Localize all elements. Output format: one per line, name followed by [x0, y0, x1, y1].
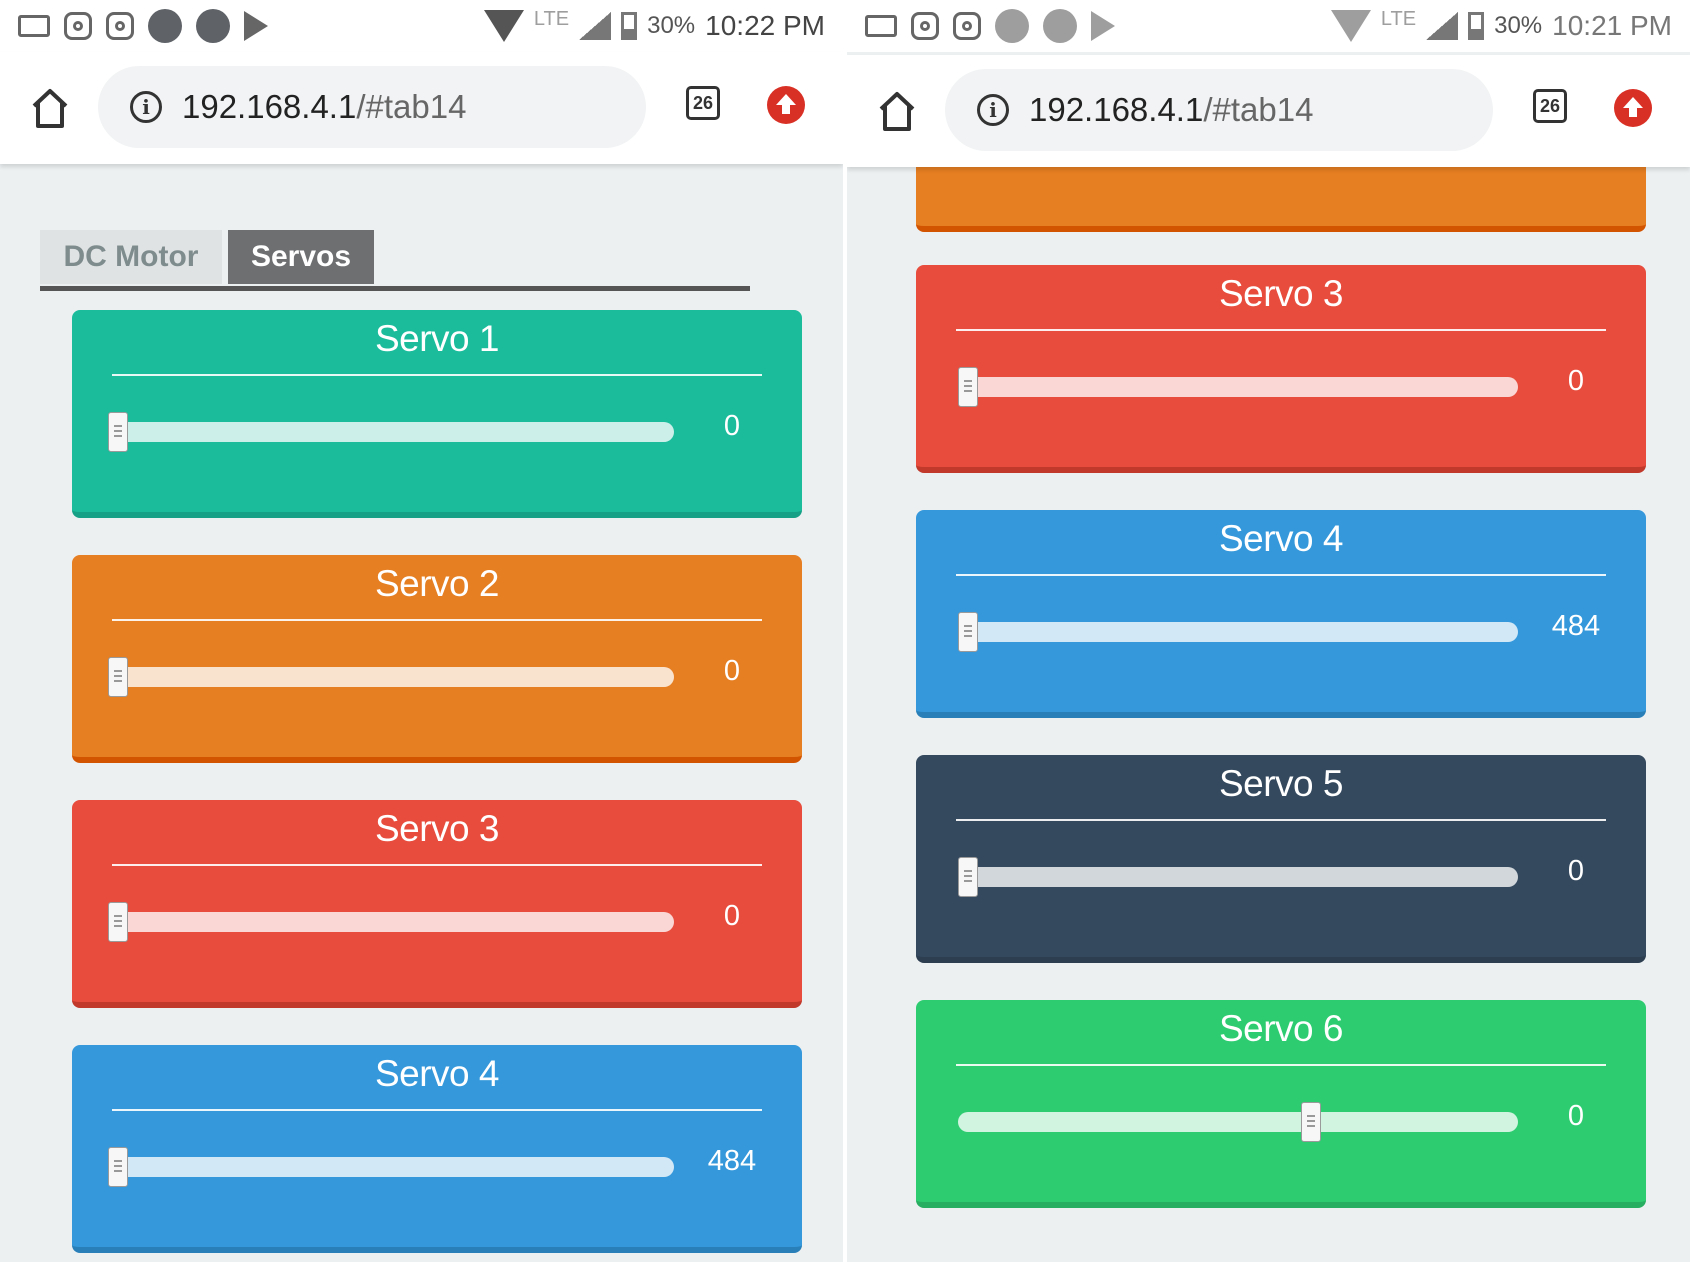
servo-slider[interactable] — [958, 857, 1518, 897]
battery-percent: 30% — [647, 12, 696, 39]
browser-toolbar: i 192.168.4.1/#tab14 26 — [0, 52, 843, 164]
network-type: LTE — [533, 7, 570, 30]
servo-value: 0 — [1567, 1100, 1585, 1132]
divider — [956, 329, 1606, 331]
servo-slider[interactable] — [108, 657, 674, 697]
servo-slider[interactable] — [108, 1147, 674, 1187]
notification-dot-icon — [148, 9, 182, 43]
tab-servos[interactable]: Servos — [228, 230, 374, 284]
wifi-icon — [1330, 10, 1371, 42]
servo-slider[interactable] — [958, 612, 1518, 652]
servo-slider[interactable] — [958, 367, 1518, 407]
slider-handle[interactable] — [108, 1147, 128, 1187]
servo-title: Servo 2 — [374, 563, 500, 604]
status-bar: LTE 30% 10:22 PM — [0, 0, 843, 52]
notification-dot-icon-2 — [1043, 9, 1077, 43]
address-bar[interactable]: i 192.168.4.1/#tab14 — [98, 66, 646, 148]
battery-icon — [621, 12, 638, 40]
slider-handle[interactable] — [958, 857, 978, 897]
servo-title: Servo 4 — [1218, 518, 1344, 559]
slider-handle[interactable] — [958, 612, 978, 652]
wifi-icon — [483, 10, 524, 42]
servo-slider[interactable] — [958, 1102, 1518, 1142]
servo-value: 0 — [723, 655, 741, 687]
instagram-icon-2 — [953, 12, 981, 40]
slider-handle[interactable] — [108, 657, 128, 697]
signal-icon — [1426, 12, 1459, 40]
divider — [956, 1064, 1606, 1066]
right-screenshot: LTE 30% 10:21 PM i 192.168.4.1/#tab14 26… — [847, 0, 1690, 1262]
servo-slider[interactable] — [108, 412, 674, 452]
url-text[interactable]: 192.168.4.1/#tab14 — [1029, 91, 1313, 129]
update-icon[interactable] — [767, 86, 805, 124]
tab-bar: DC Motor Servos — [40, 230, 750, 292]
slider-handle[interactable] — [108, 412, 128, 452]
signal-icon — [579, 12, 612, 40]
notification-dot-icon-2 — [196, 9, 230, 43]
divider — [112, 374, 762, 376]
servo-title: Servo 5 — [1218, 763, 1344, 804]
devices-icon — [865, 15, 897, 37]
servo-card: Servo 2 0 — [72, 555, 802, 763]
servo-card: Servo 6 0 — [916, 1000, 1646, 1208]
address-bar[interactable]: i 192.168.4.1/#tab14 — [945, 69, 1493, 151]
servo-title: Servo 4 — [374, 1053, 500, 1094]
divider — [112, 1109, 762, 1111]
servo-value: 0 — [1567, 855, 1585, 887]
slider-handle[interactable] — [108, 902, 128, 942]
servo-card: Servo 3 0 — [72, 800, 802, 1008]
servo-card: Servo 5 0 — [916, 755, 1646, 963]
devices-icon — [18, 15, 50, 37]
divider — [956, 574, 1606, 576]
instagram-icon — [64, 12, 92, 40]
servo-value: 0 — [723, 410, 741, 442]
home-icon[interactable] — [877, 89, 917, 133]
servo-value: 484 — [1551, 610, 1601, 642]
servo-title: Servo 1 — [374, 318, 500, 359]
clock: 10:21 PM — [1552, 10, 1672, 41]
divider — [956, 819, 1606, 821]
browser-toolbar: i 192.168.4.1/#tab14 26 — [847, 55, 1690, 167]
network-type: LTE — [1380, 7, 1417, 30]
divider — [112, 864, 762, 866]
tab-dc-motor[interactable]: DC Motor — [40, 230, 222, 284]
play-store-icon — [1091, 11, 1115, 41]
servo-title: Servo 3 — [374, 808, 500, 849]
play-store-icon — [244, 11, 268, 41]
notification-dot-icon — [995, 9, 1029, 43]
servo-value: 0 — [1567, 365, 1585, 397]
home-icon[interactable] — [30, 86, 70, 130]
servo-card: Servo 4 484 — [72, 1045, 802, 1253]
info-icon[interactable]: i — [977, 94, 1009, 126]
clock: 10:22 PM — [705, 10, 825, 41]
left-screenshot: LTE 30% 10:22 PM i 192.168.4.1/#tab14 26… — [0, 0, 843, 1262]
battery-percent: 30% — [1494, 12, 1543, 39]
url-text[interactable]: 192.168.4.1/#tab14 — [182, 88, 466, 126]
servo-card: Servo 1 0 — [72, 310, 802, 518]
tab-switcher-button[interactable]: 26 — [686, 86, 720, 120]
slider-handle[interactable] — [1300, 1102, 1321, 1142]
servo-card: Servo 4 484 — [916, 510, 1646, 718]
servo-card: Servo 3 0 — [916, 265, 1646, 473]
status-bar: LTE 30% 10:21 PM — [847, 0, 1690, 52]
update-icon[interactable] — [1614, 89, 1652, 127]
info-icon[interactable]: i — [130, 91, 162, 123]
divider — [112, 619, 762, 621]
servo-title: Servo 6 — [1218, 1008, 1344, 1049]
tab-underline — [40, 286, 750, 291]
instagram-icon-2 — [106, 12, 134, 40]
instagram-icon — [911, 12, 939, 40]
servo-value: 0 — [723, 900, 741, 932]
battery-icon — [1468, 12, 1485, 40]
servo-title: Servo 3 — [1218, 273, 1344, 314]
tab-switcher-button[interactable]: 26 — [1533, 89, 1567, 123]
servo-slider[interactable] — [108, 902, 674, 942]
servo-value: 484 — [707, 1145, 757, 1177]
slider-handle[interactable] — [958, 367, 978, 407]
